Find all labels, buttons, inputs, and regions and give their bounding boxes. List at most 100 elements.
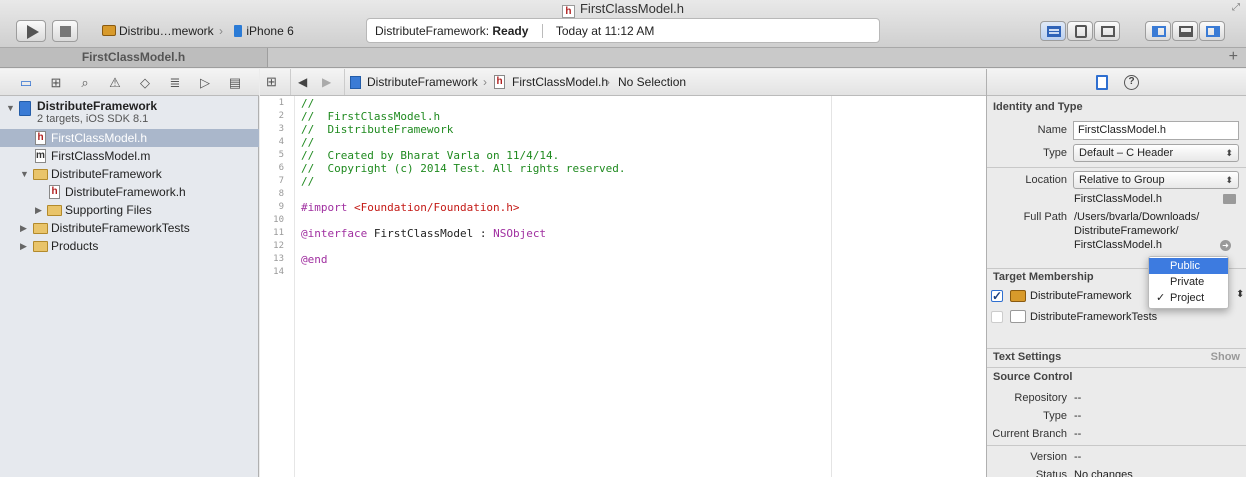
checkmark-icon: ✓ xyxy=(1156,292,1166,304)
list-item[interactable]: ▼ DistributeFramework xyxy=(0,165,259,183)
disclosure-triangle-icon[interactable]: ▶ xyxy=(35,201,45,219)
run-button[interactable] xyxy=(16,20,46,42)
line-number: 11 xyxy=(273,228,284,238)
updown-arrow-icon[interactable]: ⬍ xyxy=(1236,289,1244,300)
window-toolbar: h FirstClassModel.h ⤢ Distribu…mework › i… xyxy=(0,0,1246,48)
target-name: DistributeFrameworkTests xyxy=(1030,311,1158,323)
line-number-gutter: 1 2 3 4 5 6 7 8 9 10 11 12 13 14 xyxy=(260,96,295,477)
chevron-right-icon: › xyxy=(606,75,610,89)
disclosure-triangle-icon[interactable]: ▼ xyxy=(20,165,30,183)
membership-popup-menu: Public Private ✓ Project xyxy=(1148,256,1229,309)
framework-target-icon xyxy=(1010,290,1026,302)
test-navigator-icon[interactable]: ◇ xyxy=(137,75,153,90)
header-file-icon: h xyxy=(561,5,575,18)
related-items-icon[interactable]: ⊞ xyxy=(266,69,277,95)
list-item[interactable]: ▶ Products xyxy=(0,237,259,255)
reveal-in-finder-icon[interactable]: ➜ xyxy=(1220,240,1231,251)
line-number: 9 xyxy=(278,202,284,212)
list-item[interactable]: ▶ Supporting Files xyxy=(0,201,259,219)
folder-icon xyxy=(33,169,48,180)
tab-bar: FirstClassModel.h + xyxy=(0,48,1246,68)
folder-icon xyxy=(47,205,62,216)
list-item[interactable]: ▶ DistributeFrameworkTests xyxy=(0,219,259,237)
log-navigator-icon[interactable]: ▤ xyxy=(227,75,243,90)
window-title: h FirstClassModel.h xyxy=(0,1,1246,18)
help-icon[interactable]: ? xyxy=(1124,75,1139,90)
target-checkbox-tests[interactable] xyxy=(991,311,1003,323)
toggle-utilities-button[interactable] xyxy=(1199,21,1225,41)
code-line: @end xyxy=(301,253,328,266)
forward-arrow-icon[interactable]: ▶ xyxy=(322,69,331,95)
divider xyxy=(987,445,1246,446)
activity-viewer: DistributeFramework: Ready Today at 11:1… xyxy=(366,18,880,43)
assistant-editor-button[interactable] xyxy=(1067,21,1093,41)
target-checkbox-framework[interactable]: ✓ xyxy=(991,290,1003,302)
file-inspector-icon[interactable] xyxy=(1096,75,1108,90)
disclosure-triangle-icon[interactable]: ▼ xyxy=(6,99,16,117)
divider xyxy=(344,69,345,95)
list-item[interactable]: m FirstClassModel.m xyxy=(0,147,259,165)
updown-arrow-icon: ⬍ xyxy=(1225,148,1233,158)
show-button[interactable]: Show xyxy=(1211,351,1240,363)
version-editor-button[interactable] xyxy=(1094,21,1120,41)
fullscreen-icon[interactable]: ⤢ xyxy=(1232,2,1240,13)
scheme-selector[interactable]: Distribu…mework › iPhone 6 xyxy=(96,21,300,41)
project-row[interactable]: ▼ DistributeFramework 2 targets, iOS SDK… xyxy=(0,98,259,126)
code-line: // xyxy=(301,97,315,110)
chevron-right-icon: › xyxy=(219,24,224,38)
toggle-navigator-button[interactable] xyxy=(1145,21,1171,41)
menu-item-project[interactable]: ✓ Project xyxy=(1149,290,1228,306)
code-line: // xyxy=(301,136,315,149)
implementation-file-icon: m xyxy=(35,149,46,163)
line-number: 2 xyxy=(278,111,284,121)
search-icon[interactable]: ⌕ xyxy=(77,75,93,90)
standard-editor-button[interactable] xyxy=(1040,21,1066,41)
stop-button[interactable] xyxy=(52,20,78,42)
menu-item-private[interactable]: Private xyxy=(1149,274,1228,290)
divider xyxy=(290,69,291,95)
framework-target-icon xyxy=(102,25,116,36)
add-tab-button[interactable]: + xyxy=(1229,48,1238,66)
test-bundle-icon xyxy=(1010,310,1026,323)
xcode-project-icon xyxy=(350,76,361,89)
symbol-navigator-icon[interactable]: ⊞ xyxy=(48,75,64,90)
header-file-icon: h xyxy=(49,185,60,199)
disclosure-triangle-icon[interactable]: ▶ xyxy=(20,237,30,255)
back-arrow-icon[interactable]: ◀ xyxy=(298,69,307,95)
location-popup[interactable]: Relative to Group ⬍ xyxy=(1073,171,1239,189)
folder-icon[interactable] xyxy=(1223,194,1236,204)
source-editor[interactable]: 1 2 3 4 5 6 7 8 9 10 11 12 13 14 //// FirstClassModel… xyxy=(260,96,986,477)
list-item[interactable]: h FirstClassModel.h xyxy=(0,129,259,147)
name-field[interactable]: FirstClassModel.h xyxy=(1073,121,1239,140)
line-number: 14 xyxy=(273,267,284,277)
code-line: // FirstClassModel.h xyxy=(301,110,441,123)
toggle-debug-area-button[interactable] xyxy=(1172,21,1198,41)
list-item[interactable]: h DistributeFramework.h xyxy=(0,183,259,201)
disclosure-triangle-icon[interactable]: ▶ xyxy=(20,219,30,237)
folder-icon[interactable]: ▭ xyxy=(18,75,34,90)
debug-navigator-icon[interactable]: ≣ xyxy=(167,75,183,90)
divider xyxy=(987,167,1246,168)
folder-icon xyxy=(33,223,48,234)
line-number: 12 xyxy=(273,241,284,251)
file-type-popup[interactable]: Default – C Header ⬍ xyxy=(1073,144,1239,162)
code-line: // Created by Bharat Varla on 11/4/14. xyxy=(301,149,560,162)
iphone-icon xyxy=(234,25,243,37)
breakpoint-icon[interactable]: ▷ xyxy=(197,75,213,90)
warning-icon[interactable]: ⚠ xyxy=(107,75,123,90)
navigator-selector-bar: ▭ ⊞ ⌕ ⚠ ◇ ≣ ▷ ▤ xyxy=(0,69,259,96)
line-number: 1 xyxy=(278,98,284,108)
xcode-project-icon xyxy=(19,101,31,116)
jumpbar-selection[interactable]: No Selection xyxy=(618,69,686,95)
line-number: 13 xyxy=(273,254,284,264)
line-number: 5 xyxy=(278,150,284,160)
header-file-icon: h xyxy=(494,75,505,89)
text-settings-header: Text Settings xyxy=(993,351,1062,363)
source-control-header: Source Control xyxy=(993,371,1073,383)
header-file-icon: h xyxy=(35,131,46,145)
jumpbar-project[interactable]: DistributeFramework xyxy=(367,69,478,95)
jumpbar-file[interactable]: FirstClassModel.h xyxy=(512,69,608,95)
menu-item-public[interactable]: Public xyxy=(1149,258,1228,274)
tab-firstclassmodel[interactable]: FirstClassModel.h xyxy=(0,48,268,67)
code-line: #import <Foundation/Foundation.h> xyxy=(301,201,520,214)
